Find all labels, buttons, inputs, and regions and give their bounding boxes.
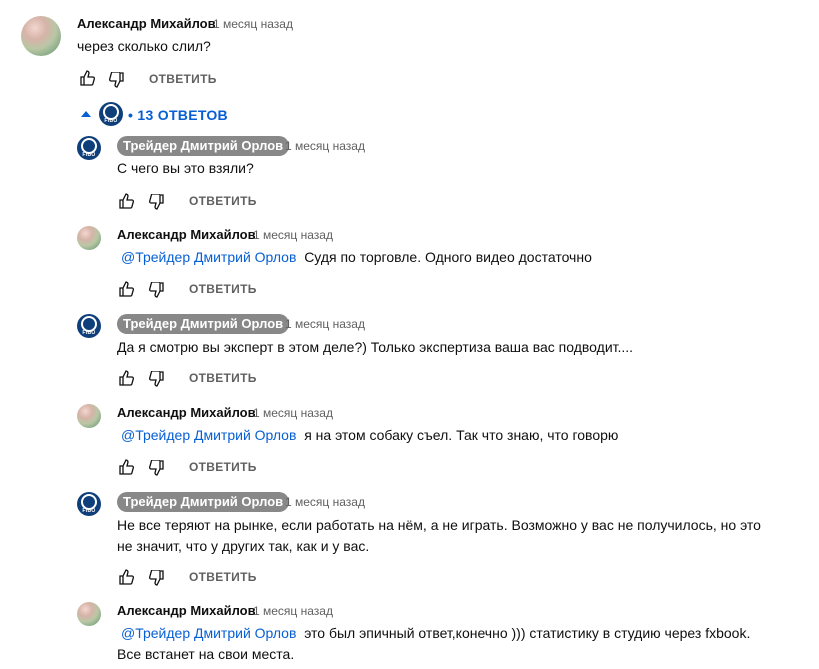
replies-toggle[interactable]: • 13 ОТВЕТОВ (128, 107, 228, 123)
reply-text: @Трейдер Дмитрий Орлов это был эпичный о… (121, 625, 751, 641)
dislike-icon[interactable] (149, 460, 165, 476)
dislike-icon[interactable] (149, 194, 165, 210)
channel-author-chip[interactable]: Трейдер Дмитрий Орлов (117, 492, 290, 512)
like-icon[interactable] (118, 193, 134, 209)
avatar[interactable] (77, 404, 101, 428)
avatar[interactable] (77, 226, 101, 250)
reply-author[interactable]: Александр Михайлов (117, 227, 256, 242)
reply-button[interactable]: ОТВЕТИТЬ (189, 460, 257, 474)
mention-link[interactable]: @Трейдер Дмитрий Орлов (121, 249, 296, 265)
reply-button[interactable]: ОТВЕТИТЬ (189, 282, 257, 296)
reply-time[interactable]: 1 месяц назад (285, 317, 365, 331)
avatar[interactable]: FIBO (77, 314, 101, 338)
reply-time[interactable]: 1 месяц назад (253, 604, 333, 618)
comment-text: через сколько слил? (77, 38, 211, 54)
dislike-icon[interactable] (109, 72, 125, 88)
reply-button[interactable]: ОТВЕТИТЬ (149, 72, 217, 86)
avatar[interactable]: FIBO (77, 492, 101, 516)
like-icon[interactable] (79, 70, 95, 86)
comment-time[interactable]: 1 месяц назад (213, 17, 293, 31)
comment-author[interactable]: Александр Михайлов (77, 16, 216, 31)
reply-author[interactable]: Александр Михайлов (117, 405, 256, 420)
reply-time[interactable]: 1 месяц назад (253, 406, 333, 420)
reply-text: Да я смотрю вы эксперт в этом деле?) Тол… (117, 339, 634, 355)
reply-author[interactable]: Александр Михайлов (117, 603, 256, 618)
reply-text: @Трейдер Дмитрий Орлов я на этом собаку … (121, 427, 619, 443)
channel-author-chip[interactable]: Трейдер Дмитрий Орлов (117, 136, 290, 156)
channel-author-chip[interactable]: Трейдер Дмитрий Орлов (117, 314, 290, 334)
mention-link[interactable]: @Трейдер Дмитрий Орлов (121, 427, 296, 443)
reply-button[interactable]: ОТВЕТИТЬ (189, 570, 257, 584)
reply-time[interactable]: 1 месяц назад (253, 228, 333, 242)
like-icon[interactable] (118, 569, 134, 585)
reply-time[interactable]: 1 месяц назад (285, 139, 365, 153)
channel-avatar: FIBO (99, 102, 123, 126)
reply-text-line2: Все встанет на свои места. (117, 646, 295, 662)
avatar[interactable] (21, 16, 61, 56)
reply-text: @Трейдер Дмитрий Орлов Судя по торговле.… (121, 249, 592, 265)
avatar[interactable]: FIBO (77, 136, 101, 160)
dislike-icon[interactable] (149, 570, 165, 586)
collapse-caret-icon[interactable] (81, 111, 91, 117)
like-icon[interactable] (118, 370, 134, 386)
reply-time[interactable]: 1 месяц назад (285, 495, 365, 509)
like-icon[interactable] (118, 281, 134, 297)
dislike-icon[interactable] (149, 282, 165, 298)
reply-text-line2: не значит, что у других так, как и у вас… (117, 538, 370, 554)
mention-link[interactable]: @Трейдер Дмитрий Орлов (121, 625, 296, 641)
reply-button[interactable]: ОТВЕТИТЬ (189, 371, 257, 385)
avatar[interactable] (77, 602, 101, 626)
reply-button[interactable]: ОТВЕТИТЬ (189, 194, 257, 208)
reply-text: С чего вы это взяли? (117, 160, 254, 176)
like-icon[interactable] (118, 459, 134, 475)
reply-text: Не все теряют на рынке, если работать на… (117, 517, 761, 533)
dislike-icon[interactable] (149, 371, 165, 387)
